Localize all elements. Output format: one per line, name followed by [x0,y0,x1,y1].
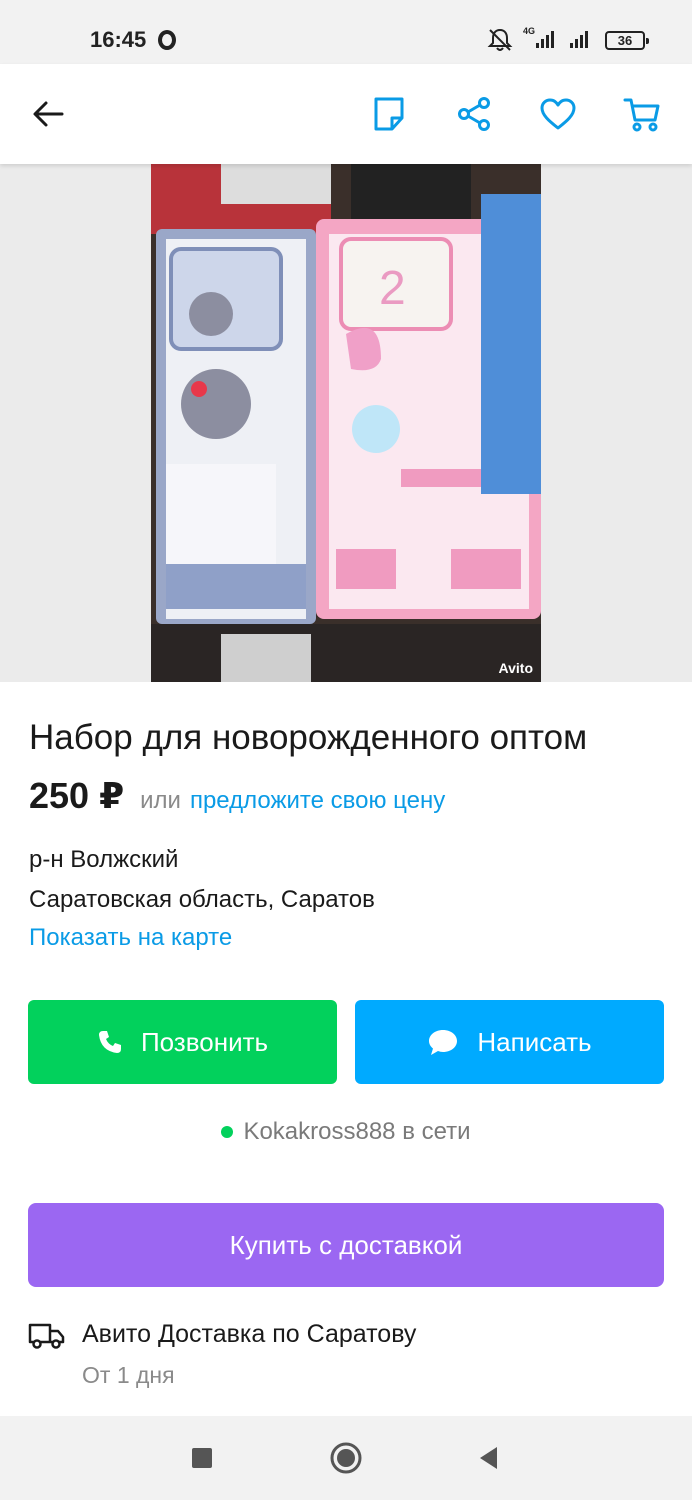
region: Саратовская область, Саратов [29,886,375,913]
status-bar: 16:45 4G 36 [0,0,692,64]
svg-text:2: 2 [379,262,406,315]
phone-icon [98,1031,121,1053]
delivery-title: Авито Доставка по Саратову [82,1320,417,1348]
seller-status-text: Kokakross888 в сети [243,1118,471,1145]
buy-button-label: Купить с доставкой [229,1229,463,1260]
price-row: 250 ₽ или предложите свою цену [29,775,445,817]
back-icon[interactable] [468,1442,508,1474]
signal-icon [536,30,554,48]
signal-icon-2 [570,30,588,48]
listing-photo[interactable]: 2 Avito [151,164,541,682]
home-icon[interactable] [326,1442,366,1474]
call-button-label: Позвонить [140,1026,269,1057]
listing-title: Набор для новорожденного оптом [29,718,588,757]
photo-gallery[interactable]: 2 Avito [0,164,692,682]
seller-status: Kokakross888 в сети [0,1118,692,1146]
delivery-subtitle: От 1 дня [82,1362,175,1388]
price-or-text: или [140,787,181,814]
baby-clothes-photo: 2 [151,164,541,682]
notifications-off-icon [487,28,513,51]
buy-with-delivery-button[interactable]: Купить с доставкой [28,1203,664,1287]
heart-icon[interactable] [536,92,580,136]
write-button-label: Написать [477,1026,592,1057]
status-time: 16:45 [90,27,147,52]
opera-icon [158,30,176,50]
top-toolbar [0,64,692,164]
district: р-н Волжский [29,846,179,873]
battery-level: 36 [617,33,633,48]
cart-icon[interactable] [620,92,664,136]
delivery-truck-icon [28,1323,65,1349]
battery-icon: 36 [605,31,649,50]
system-nav-bar [0,1416,692,1500]
note-icon[interactable] [367,92,411,136]
show-on-map-link[interactable]: Показать на карте [29,924,232,952]
network-type: 4G [523,26,536,36]
share-icon[interactable] [452,92,496,136]
back-arrow-icon[interactable] [26,92,70,136]
offer-price-link[interactable]: предложите свою цену [190,787,445,815]
online-indicator [221,1126,234,1138]
price: 250 ₽ [29,775,125,816]
call-button[interactable]: Позвонить [28,1000,337,1084]
recent-apps-icon[interactable] [182,1442,222,1474]
write-button[interactable]: Написать [355,1000,664,1084]
photo-watermark: Avito [498,660,533,676]
chat-bubble-icon [429,1030,458,1055]
